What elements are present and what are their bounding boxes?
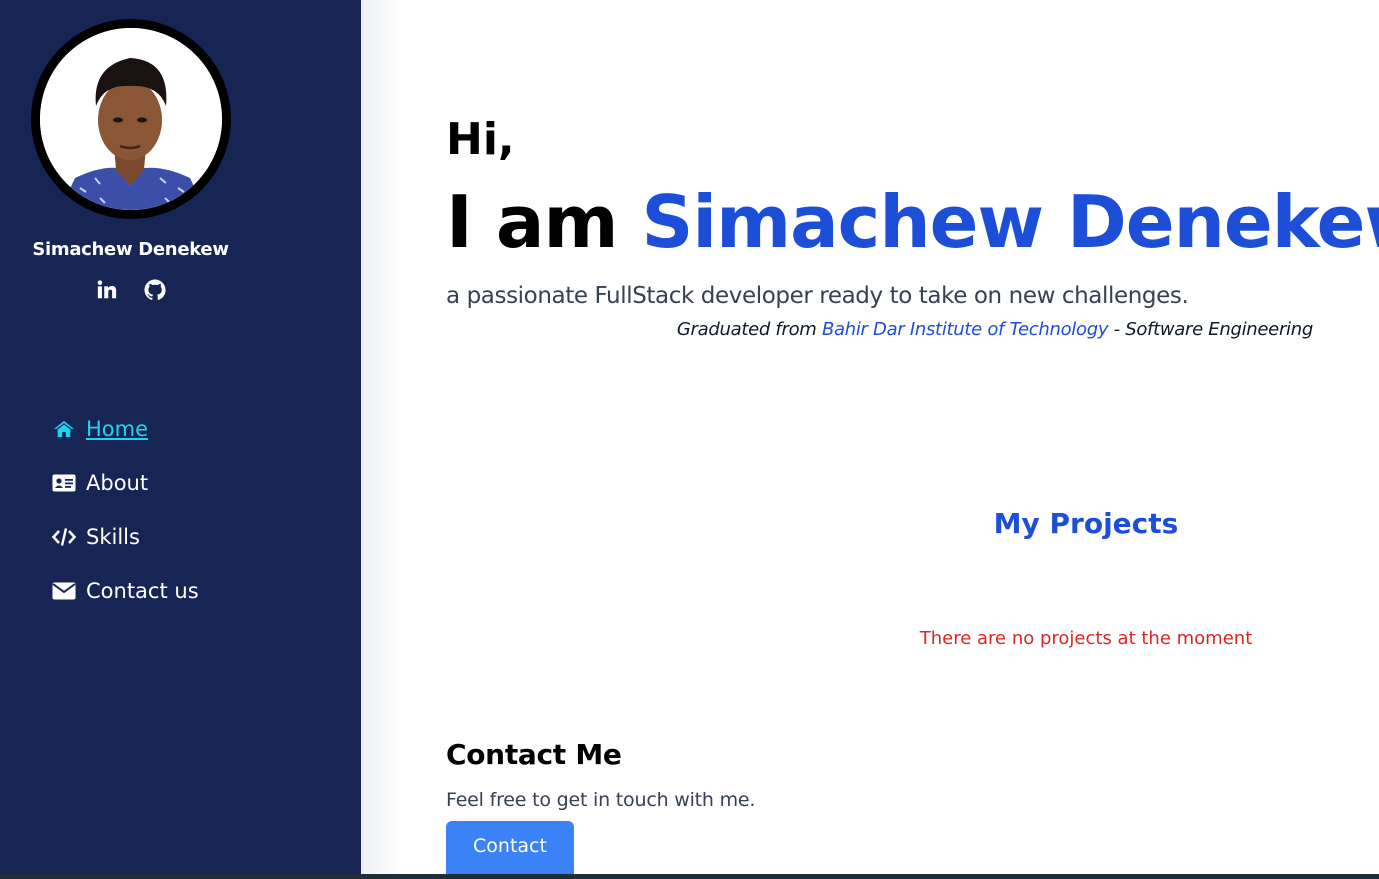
social-links: [0, 277, 261, 303]
school-link[interactable]: Bahir Dar Institute of Technology: [822, 319, 1109, 340]
headline-intro: I am: [446, 180, 642, 264]
linkedin-link[interactable]: [94, 277, 120, 303]
contact-title: Contact Me: [446, 738, 622, 771]
headline-name: Simachew Denekew: [641, 180, 1379, 264]
home-icon: [52, 418, 76, 440]
nav-item-contact[interactable]: Contact us: [52, 572, 199, 610]
sidebar: Simachew Denekew Home About Skills Conta…: [0, 0, 361, 879]
no-projects-message: There are no projects at the moment: [919, 628, 1253, 649]
greeting: Hi,: [446, 114, 515, 165]
education-line: Graduated from Bahir Dar Institute of Te…: [677, 319, 1313, 340]
main-content: Hi, I am Simachew Denekew a passionate F…: [401, 0, 1379, 879]
contact-button[interactable]: Contact: [446, 821, 574, 879]
sidebar-shadow: [361, 0, 401, 879]
sidebar-nav: Home About Skills Contact us: [52, 410, 199, 626]
github-icon: [144, 279, 166, 301]
nav-item-home[interactable]: Home: [52, 410, 199, 448]
envelope-icon: [52, 580, 76, 602]
nav-label-about: About: [86, 471, 149, 495]
id-card-icon: [52, 472, 76, 494]
linkedin-icon: [97, 280, 116, 299]
nav-item-about[interactable]: About: [52, 464, 199, 502]
contact-text: Feel free to get in touch with me.: [446, 789, 756, 811]
headline: I am Simachew Denekew: [446, 180, 1379, 264]
education-prefix: Graduated from: [676, 319, 822, 340]
tagline: a passionate FullStack developer ready t…: [446, 283, 1189, 309]
nav-label-skills: Skills: [86, 525, 140, 549]
taskbar-edge: [0, 874, 1379, 879]
projects-title: My Projects: [993, 507, 1179, 540]
profile-name: Simachew Denekew: [32, 239, 229, 260]
nav-item-skills[interactable]: Skills: [52, 518, 199, 556]
code-icon: [52, 526, 76, 548]
nav-label-home: Home: [86, 417, 149, 441]
avatar: [31, 19, 231, 219]
profile-photo: [40, 28, 222, 210]
nav-label-contact: Contact us: [86, 579, 199, 603]
github-link[interactable]: [142, 277, 168, 303]
education-suffix: - Software Engineering: [1108, 319, 1314, 340]
